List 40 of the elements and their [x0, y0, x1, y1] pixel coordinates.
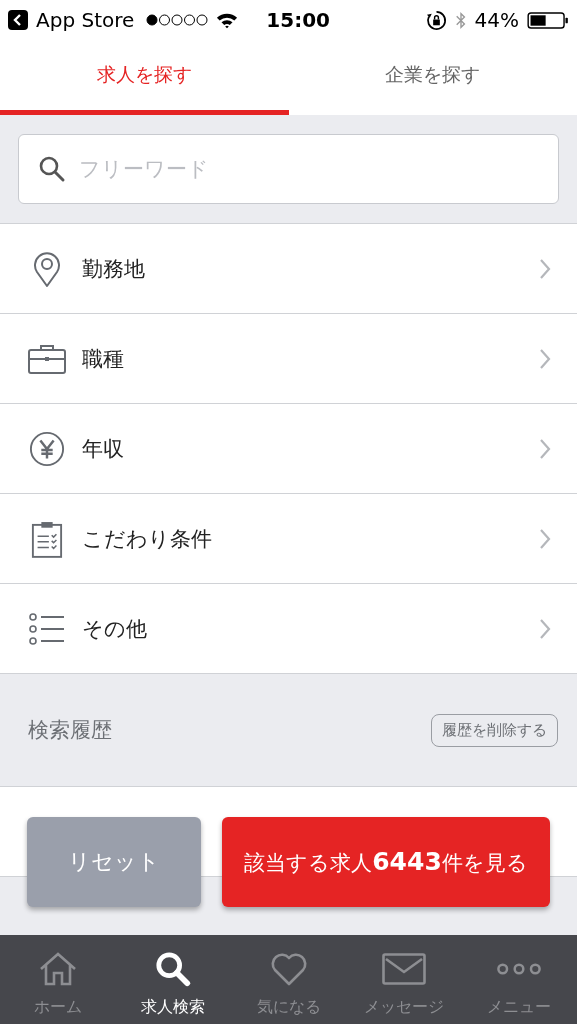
rotation-lock-icon	[425, 9, 447, 31]
menu-row[interactable]: 勤務地	[0, 224, 577, 314]
clock: 15:00	[266, 8, 330, 32]
chevron-right-icon	[539, 257, 551, 280]
menu-row[interactable]: 職種	[0, 314, 577, 404]
location-pin-icon	[31, 249, 63, 288]
menu-label: その他	[82, 615, 148, 643]
chevron-right-icon	[539, 347, 551, 370]
menu-row[interactable]: こだわり条件	[0, 494, 577, 584]
section-heading: 検索履歴	[28, 717, 112, 744]
menu-label: 年収	[82, 435, 125, 463]
menu-label: 職種	[82, 345, 125, 373]
menu-row[interactable]: 年収	[0, 404, 577, 494]
yen-icon	[29, 430, 65, 467]
menu-label: 勤務地	[82, 255, 146, 283]
clear-history-button[interactable]: 履歴を削除する	[431, 713, 558, 747]
list-icon	[29, 612, 65, 645]
chevron-right-icon	[539, 527, 551, 550]
heart-icon	[269, 952, 308, 986]
menu-label: こだわり条件	[82, 525, 213, 553]
back-icon[interactable]	[8, 10, 28, 30]
home-icon	[38, 952, 77, 986]
briefcase-icon	[28, 343, 66, 374]
back-label[interactable]: App Store	[36, 8, 135, 32]
show-results-button[interactable]: 該当する求人6443件を見る	[222, 817, 550, 907]
more-icon	[496, 962, 543, 976]
mail-icon	[381, 953, 426, 985]
signal-icon	[146, 14, 209, 26]
search-field[interactable]: フリーワード	[18, 134, 559, 204]
search-icon	[155, 951, 192, 987]
search-icon	[38, 155, 66, 183]
chevron-right-icon	[539, 437, 551, 460]
battery-icon	[527, 11, 569, 29]
tab-bar-item[interactable]: 求人検索	[115, 935, 231, 1024]
bluetooth-icon	[454, 9, 467, 31]
chevron-right-icon	[539, 617, 551, 640]
battery-percent: 44%	[474, 8, 519, 32]
menu-row[interactable]: その他	[0, 584, 577, 674]
wifi-icon	[216, 11, 239, 29]
clipboard-checklist-icon	[31, 519, 63, 558]
